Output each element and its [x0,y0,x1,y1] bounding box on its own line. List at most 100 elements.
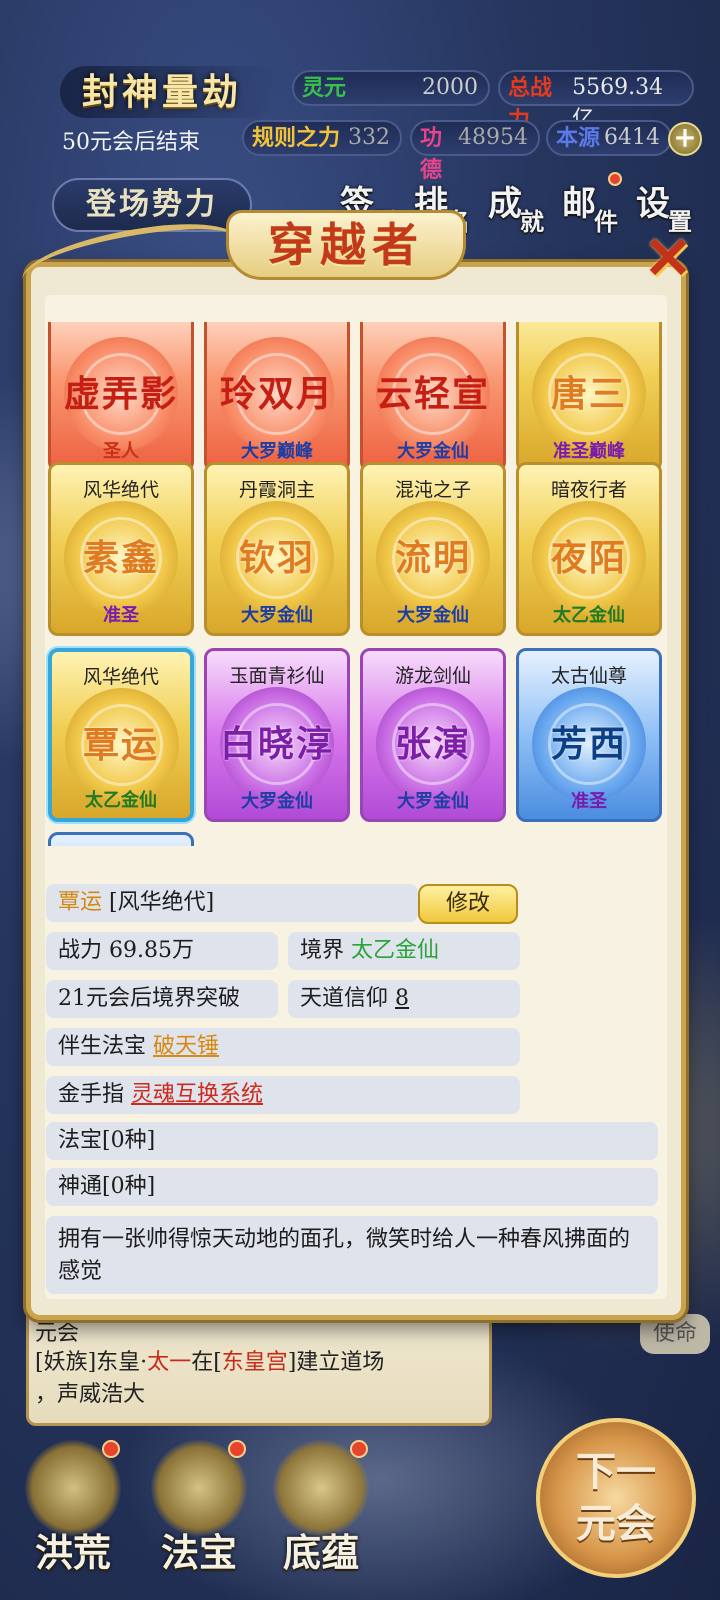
log-text: ]建立道场 [287,1350,385,1375]
merit-label: 功德 [420,125,443,183]
traveler-card[interactable]: 云轻宣 大罗金仙 [360,322,506,472]
log-text: 在[ [191,1350,222,1375]
card-title: 太古仙尊 [550,665,627,687]
mission-button[interactable]: 使命 [640,1314,710,1354]
card-title: 丹霞洞主 [238,479,315,501]
traveler-card-grid[interactable]: 虚弄影 圣人 玲双月 大罗巅峰 云轻宣 大罗金仙 唐三 准圣巅峰 风华绝代 素鑫 准圣 丹霞洞主 钦羽大… [46,322,662,846]
faith-value[interactable]: 8 [395,986,409,1011]
cheat-row: 金手指 灵魂互换系统 [46,1076,520,1114]
card-title: 风华绝代 [82,666,159,688]
card-name: 流明 [394,537,471,579]
traveler-card[interactable]: 玉面青衫仙 白晓淳 大罗金仙 [204,648,350,822]
next-era-button[interactable]: 下一 元会 [536,1418,696,1578]
card-realm: 太乙金仙 [85,790,157,811]
power-row: 战力 69.85万 [46,932,278,970]
faith-row: 天道信仰 8 [288,980,520,1018]
next-label-line1: 下一 [576,1448,656,1495]
traveler-card[interactable]: 混沌之子 流明 大罗金仙 [360,462,506,636]
card-title: 混沌之子 [394,479,471,501]
mail-button[interactable]: 邮 件 [558,172,632,236]
traveler-card[interactable]: 游龙剑仙 张演 大罗金仙 [360,648,506,822]
realm-label: 境界 [300,938,345,963]
event-log: 元会 [妖族]东皇·太一在[东皇宫]建立道场 ，声威浩大 [26,1314,492,1426]
cheat-link[interactable]: 灵魂互换系统 [131,1082,263,1107]
card-title: 游龙剑仙 [394,665,471,687]
card-realm: 大罗金仙 [397,441,469,462]
log-header: 元会 [35,1321,80,1346]
lingyuan-value: 2000 [422,75,478,100]
merit-stat: 功德 48954 [410,120,540,183]
traveler-name: 覃运 [58,890,103,915]
origin-label: 本源 [556,125,601,151]
edit-button[interactable]: 修改 [418,884,518,924]
traveler-card[interactable]: 唐三 准圣巅峰 [516,322,662,472]
card-name: 钦羽 [238,537,315,579]
next-label-line2: 元会 [576,1500,656,1547]
card-name: 夜陌 [550,537,627,579]
nav-label-main: 设 [636,184,670,224]
traveler-description: 拥有一张帅得惊天动地的面孔，微笑时给人一种春风拂面的感觉 [46,1216,658,1294]
add-resource-button[interactable]: + [668,122,702,156]
traveler-card[interactable]: 风华绝代覃运太乙金仙 [48,648,194,822]
card-name: 白晓淳 [219,723,334,765]
achievement-button[interactable]: 成 就 [484,176,558,236]
treasure-row[interactable]: 法宝[0种] [46,1122,658,1160]
notification-dot [102,1440,120,1458]
card-realm: 圣人 [103,441,139,462]
log-text: [妖族]东皇· [35,1350,148,1375]
faction-button[interactable]: 登场势力 [52,178,252,232]
traveler-card[interactable]: 丹霞洞主钦羽大罗金仙 [204,462,350,636]
nav-label-sub: 件 [594,207,618,236]
card-realm: 准圣 [571,791,607,812]
realm-row: 境界 太乙金仙 [288,932,520,970]
traveler-card[interactable]: 风华绝代 素鑫 准圣 [48,462,194,636]
card-realm: 准圣巅峰 [553,441,625,462]
weapon-link[interactable]: 破天锤 [153,1034,219,1059]
rule-power-stat: 规则之力 332 [242,120,402,156]
card-title: 风华绝代 [82,479,159,501]
heritage-tab[interactable]: 底蕴 [266,1440,376,1590]
origin-value: 6414 [604,125,660,150]
log-entry-cont: ，声威浩大 [35,1382,146,1407]
card-name: 虚弄影 [63,373,178,415]
traveler-card[interactable]: 玲双月 大罗巅峰 [204,322,350,472]
honghuang-tab[interactable]: 洪荒 [18,1440,128,1590]
power-value: 69.85万 [109,938,194,963]
traveler-card[interactable]: 虚弄影 圣人 [48,322,194,472]
weapon-row: 伴生法宝 破天锤 [46,1028,520,1066]
treasure-tab[interactable]: 法宝 [144,1440,254,1590]
card-name: 云轻宣 [375,373,490,415]
card-realm: 大罗金仙 [241,605,313,626]
merit-value: 48954 [458,125,528,150]
nav-label-main: 成 [488,184,522,224]
card-name: 覃运 [82,724,159,766]
total-power-stat: 总战力 5569.34亿 [498,70,694,133]
event-title: 封神量劫 [60,66,280,118]
traveler-card[interactable]: 暗夜行者夜陌太乙金仙 [516,462,662,636]
origin-stat: 本源 6414 [546,120,672,156]
traveler-card[interactable]: 太古仙尊 芳西 准圣 [516,648,662,822]
rule-power-value: 332 [348,125,390,150]
traveler-card[interactable]: 无极宫主 [48,832,194,846]
total-power-label: 总战力 [508,75,553,133]
card-name: 芳西 [550,723,627,765]
card-realm: 太乙金仙 [553,605,625,626]
rule-power-label: 规则之力 [252,125,341,151]
lingyuan-label: 灵元 [302,75,347,101]
cheat-label: 金手指 [58,1082,125,1107]
skill-row[interactable]: 神通[0种] [46,1168,658,1206]
notification-dot [608,172,622,186]
card-title: 无极宫主 [51,845,191,846]
dialog-title: 穿越者 [268,218,424,272]
log-highlight: 太一 [147,1350,192,1375]
traveler-title: [风华绝代] [109,890,215,915]
dialog-title-plaque: 穿越者 [226,210,466,280]
card-realm: 大罗金仙 [397,791,469,812]
card-name: 玲双月 [219,373,334,415]
log-highlight: 东皇宫 [221,1350,288,1375]
card-title: 暗夜行者 [550,479,627,501]
weapon-label: 伴生法宝 [58,1034,147,1059]
log-entry: [妖族]东皇·太一在[东皇宫]建立道场 [35,1347,483,1379]
close-icon[interactable]: ✕ [640,229,696,288]
notification-dot [350,1440,368,1458]
